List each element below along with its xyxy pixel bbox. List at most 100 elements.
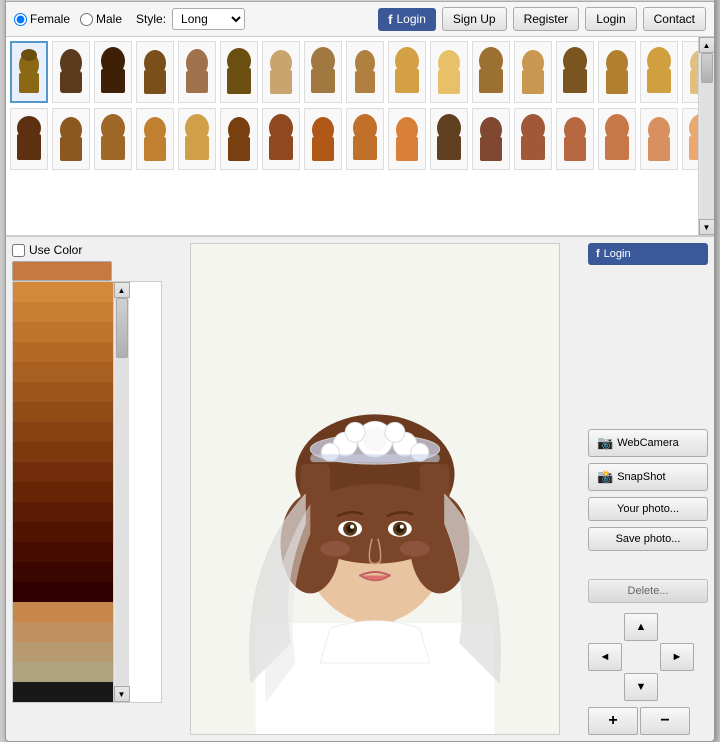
color-strip[interactable] xyxy=(13,582,113,602)
color-scroll-down[interactable]: ▼ xyxy=(114,686,130,702)
hair-item[interactable] xyxy=(514,108,552,170)
zoom-in-icon: + xyxy=(608,712,617,730)
arrow-down-button[interactable]: ▼ xyxy=(624,673,658,701)
hair-item[interactable] xyxy=(178,41,216,103)
hair-item[interactable] xyxy=(220,108,258,170)
hair-item[interactable] xyxy=(178,108,216,170)
color-strip[interactable] xyxy=(13,642,113,662)
color-strip[interactable] xyxy=(13,382,113,402)
facebook-icon: f xyxy=(388,12,392,27)
delete-button[interactable]: Delete... xyxy=(588,579,708,603)
color-strip[interactable] xyxy=(13,402,113,422)
hair-item[interactable] xyxy=(430,108,468,170)
color-strip[interactable] xyxy=(13,442,113,462)
zoom-out-icon: − xyxy=(660,712,669,730)
color-strip[interactable] xyxy=(13,562,113,582)
female-radio[interactable] xyxy=(14,13,27,26)
scroll-thumb[interactable] xyxy=(701,53,713,83)
fb-login-button[interactable]: f Login xyxy=(378,8,436,31)
right-fb-login-button[interactable]: f Login xyxy=(588,243,708,265)
hair-item[interactable] xyxy=(220,41,258,103)
login-button[interactable]: Login xyxy=(585,7,636,31)
female-radio-label[interactable]: Female xyxy=(14,12,70,26)
hair-item[interactable] xyxy=(388,41,426,103)
hair-item[interactable] xyxy=(640,108,678,170)
hair-item[interactable] xyxy=(682,108,698,170)
hair-item[interactable] xyxy=(472,108,510,170)
color-strip[interactable] xyxy=(13,622,113,642)
color-strip[interactable] xyxy=(13,342,113,362)
color-scroll-up[interactable]: ▲ xyxy=(114,282,130,298)
snapshot-label: SnapShot xyxy=(617,471,665,483)
hair-item[interactable] xyxy=(94,41,132,103)
color-panel: ▲ ▼ xyxy=(12,281,162,703)
color-strip[interactable] xyxy=(13,682,113,702)
zoom-out-button[interactable]: − xyxy=(640,707,690,735)
color-strip[interactable] xyxy=(13,602,113,622)
zoom-in-button[interactable]: + xyxy=(588,707,638,735)
color-strip[interactable] xyxy=(13,462,113,482)
arrow-up-button[interactable]: ▲ xyxy=(624,613,658,641)
use-color-label[interactable]: Use Color xyxy=(29,243,82,257)
hair-item[interactable] xyxy=(388,108,426,170)
snapshot-button[interactable]: 📸 SnapShot xyxy=(588,463,708,491)
male-radio-label[interactable]: Male xyxy=(80,12,122,26)
color-strip[interactable] xyxy=(13,482,113,502)
use-color-checkbox[interactable] xyxy=(12,244,25,257)
color-strip[interactable] xyxy=(13,322,113,342)
hair-item[interactable] xyxy=(514,41,552,103)
male-radio[interactable] xyxy=(80,13,93,26)
style-select[interactable]: Long Short Medium Curly Wavy xyxy=(172,8,245,30)
snapshot-icon: 📸 xyxy=(597,469,613,485)
hair-item[interactable] xyxy=(304,41,342,103)
color-strip[interactable] xyxy=(13,362,113,382)
hair-item[interactable] xyxy=(10,41,48,103)
register-button[interactable]: Register xyxy=(513,7,580,31)
hair-item[interactable] xyxy=(10,108,48,170)
hair-item[interactable] xyxy=(598,108,636,170)
hair-item[interactable] xyxy=(598,41,636,103)
hair-item[interactable] xyxy=(346,41,384,103)
hair-item[interactable] xyxy=(682,41,698,103)
zoom-controls: + − xyxy=(588,707,708,735)
hair-item[interactable] xyxy=(262,41,300,103)
hair-item[interactable] xyxy=(556,108,594,170)
use-color-row: Use Color xyxy=(12,243,162,257)
arrow-left-button[interactable]: ◄ xyxy=(588,643,622,671)
color-scroll-thumb[interactable] xyxy=(116,298,128,358)
empty-cell-1 xyxy=(588,613,622,641)
gallery-scrollbar: ▲ ▼ xyxy=(698,37,714,235)
hair-item[interactable] xyxy=(262,108,300,170)
color-strip[interactable] xyxy=(13,502,113,522)
hair-item[interactable] xyxy=(94,108,132,170)
gender-group: Female Male xyxy=(14,12,122,26)
hair-item[interactable] xyxy=(52,108,90,170)
scroll-down-arrow[interactable]: ▼ xyxy=(699,219,715,235)
signup-button[interactable]: Sign Up xyxy=(442,7,507,31)
hair-item[interactable] xyxy=(640,41,678,103)
hair-item[interactable] xyxy=(556,41,594,103)
arrow-up-icon: ▲ xyxy=(636,621,647,633)
empty-cell-3 xyxy=(624,643,658,671)
color-strip[interactable] xyxy=(13,302,113,322)
color-strip[interactable] xyxy=(13,422,113,442)
arrow-right-button[interactable]: ► xyxy=(660,643,694,671)
color-swatch[interactable] xyxy=(12,261,112,281)
color-strip[interactable] xyxy=(13,282,113,302)
hair-item[interactable] xyxy=(52,41,90,103)
hair-item[interactable] xyxy=(346,108,384,170)
hair-item[interactable] xyxy=(472,41,510,103)
contact-button[interactable]: Contact xyxy=(643,7,706,31)
save-photo-button[interactable]: Save photo... xyxy=(588,527,708,551)
color-strip[interactable] xyxy=(13,542,113,562)
hair-item[interactable] xyxy=(304,108,342,170)
scroll-up-arrow[interactable]: ▲ xyxy=(699,37,715,53)
your-photo-button[interactable]: Your photo... xyxy=(588,497,708,521)
hair-item[interactable] xyxy=(136,41,174,103)
color-strips xyxy=(13,282,113,702)
hair-item[interactable] xyxy=(430,41,468,103)
color-strip[interactable] xyxy=(13,662,113,682)
webcamera-button[interactable]: 📷 WebCamera xyxy=(588,429,708,457)
color-strip[interactable] xyxy=(13,522,113,542)
hair-item[interactable] xyxy=(136,108,174,170)
